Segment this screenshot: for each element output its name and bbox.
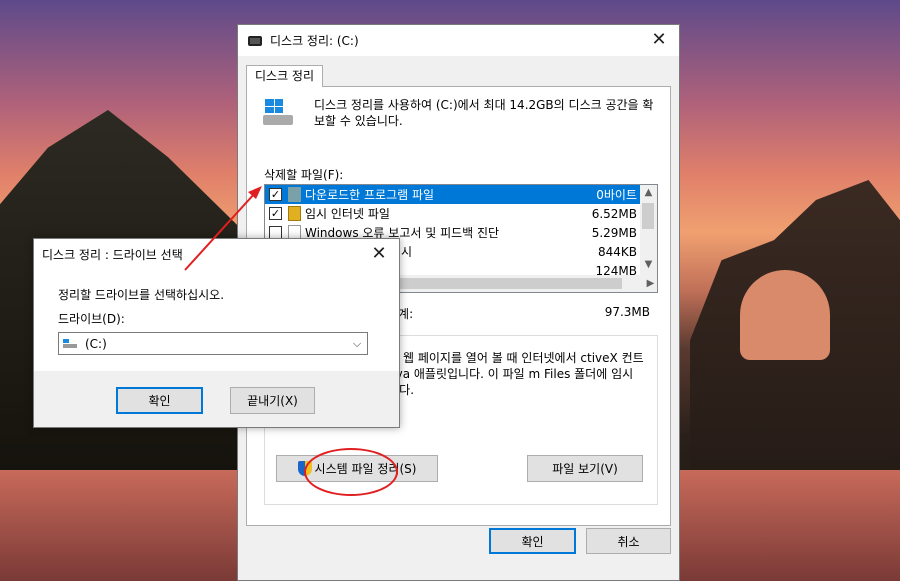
drive-value: (C:) xyxy=(85,336,107,351)
files-to-delete-label: 삭제할 파일(F): xyxy=(264,168,344,182)
scroll-up-icon[interactable]: ▲ xyxy=(640,185,657,201)
scroll-down-icon[interactable]: ▼ xyxy=(640,257,657,273)
close-icon[interactable]: ✕ xyxy=(369,244,389,264)
annotation-circle xyxy=(304,448,398,496)
checkbox[interactable]: ✓ xyxy=(269,207,282,220)
file-size: 844KB xyxy=(597,244,637,259)
dialog-footer: 확인 끝내기(X) xyxy=(34,371,399,427)
vertical-scrollbar[interactable]: ▲ ▼ xyxy=(640,185,657,275)
dialog-title: 디스크 정리 : 드라이브 선택 xyxy=(42,248,183,262)
checkbox[interactable]: ✓ xyxy=(269,188,282,201)
ok-button[interactable]: 확인 xyxy=(489,528,576,554)
file-icon xyxy=(288,187,301,202)
cancel-button[interactable]: 취소 xyxy=(586,528,671,554)
title-bar[interactable]: 디스크 정리: (C:) ✕ xyxy=(238,25,679,56)
drive-dropdown[interactable]: (C:) ⌵ xyxy=(58,332,368,355)
list-item[interactable]: ✓ 다운로드한 프로그램 파일 0바이트 xyxy=(265,185,641,204)
file-size: 0바이트 xyxy=(596,188,637,202)
file-name: 다운로드한 프로그램 파일 xyxy=(305,188,435,202)
drive-icon xyxy=(263,99,295,129)
drive-select-dialog: 디스크 정리 : 드라이브 선택 ✕ 정리할 드라이브를 선택하십시오. 드라이… xyxy=(33,238,400,428)
file-size: 5.29MB xyxy=(591,225,637,240)
scroll-right-icon[interactable]: ▶ xyxy=(642,275,657,292)
file-size: 6.52MB xyxy=(591,206,637,221)
dialog-title-bar[interactable]: 디스크 정리 : 드라이브 선택 ✕ xyxy=(34,239,399,270)
scroll-thumb[interactable] xyxy=(642,203,654,229)
chevron-down-icon[interactable]: ⌵ xyxy=(347,337,367,351)
dialog-ok-button[interactable]: 확인 xyxy=(116,387,203,414)
window-title: 디스크 정리: (C:) xyxy=(270,34,359,48)
drive-icon xyxy=(63,338,77,349)
lock-icon xyxy=(288,206,301,221)
total-value: 97.3MB xyxy=(604,305,650,319)
drive-label: 드라이브(D): xyxy=(58,312,125,326)
exit-button[interactable]: 끝내기(X) xyxy=(230,387,315,414)
view-files-button[interactable]: 파일 보기(V) xyxy=(527,455,643,482)
list-item[interactable]: ✓ 임시 인터넷 파일 6.52MB xyxy=(265,204,641,223)
dialog-body: 정리할 드라이브를 선택하십시오. 드라이브(D): (C:) ⌵ 확인 끝내기… xyxy=(34,270,399,427)
file-name: 임시 인터넷 파일 xyxy=(305,207,390,221)
dialog-prompt: 정리할 드라이브를 선택하십시오. xyxy=(58,288,225,302)
cleanup-description: 디스크 정리를 사용하여 (C:)에서 최대 14.2GB의 디스크 공간을 확… xyxy=(314,98,654,128)
wallpaper-arch-opening xyxy=(740,270,830,360)
disk-cleanup-icon xyxy=(248,35,262,46)
close-icon[interactable]: ✕ xyxy=(649,30,669,50)
tab-disk-cleanup[interactable]: 디스크 정리 xyxy=(246,65,324,87)
